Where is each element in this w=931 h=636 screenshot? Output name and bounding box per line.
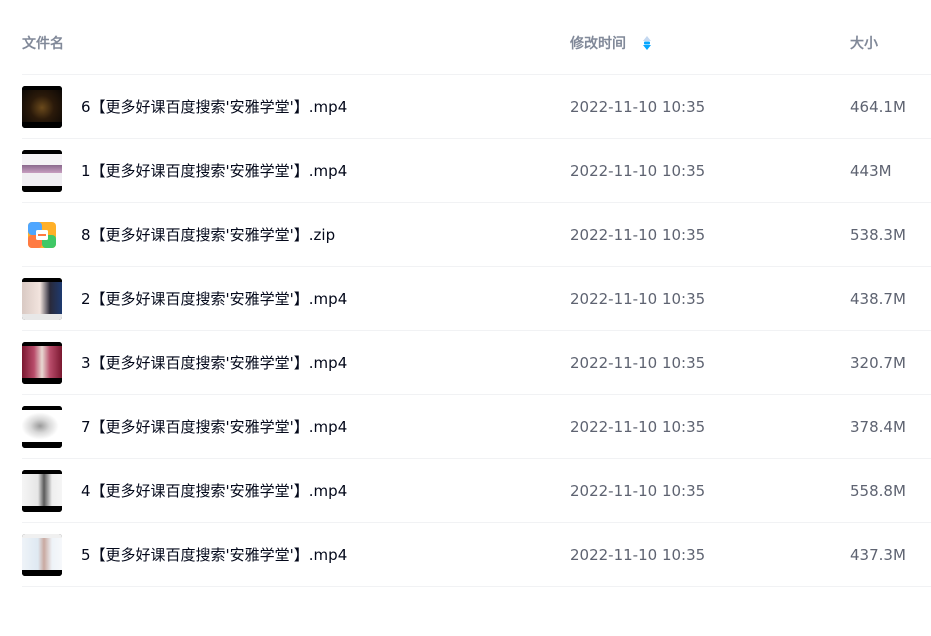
file-size: 464.1M — [850, 98, 906, 116]
video-thumbnail — [22, 278, 62, 320]
zip-archive-icon — [28, 222, 56, 248]
column-header-modified[interactable]: 修改时间 — [570, 35, 626, 53]
file-row[interactable]: 5【更多好课百度搜索'安雅学堂'】.mp4 2022-11-10 10:35 4… — [22, 523, 931, 587]
file-name[interactable]: 3【更多好课百度搜索'安雅学堂'】.mp4 — [81, 353, 347, 373]
file-modified-time: 2022-11-10 10:35 — [570, 482, 706, 500]
video-thumbnail — [22, 534, 62, 576]
file-modified-time: 2022-11-10 10:35 — [570, 546, 706, 564]
file-modified-time: 2022-11-10 10:35 — [570, 226, 706, 244]
file-row[interactable]: 7【更多好课百度搜索'安雅学堂'】.mp4 2022-11-10 10:35 3… — [22, 395, 931, 459]
file-size: 438.7M — [850, 290, 906, 308]
video-thumbnail — [22, 342, 62, 384]
file-name[interactable]: 4【更多好课百度搜索'安雅学堂'】.mp4 — [81, 481, 347, 501]
file-modified-time: 2022-11-10 10:35 — [570, 98, 706, 116]
file-modified-time: 2022-11-10 10:35 — [570, 354, 706, 372]
file-modified-time: 2022-11-10 10:35 — [570, 290, 706, 308]
column-header-size[interactable]: 大小 — [850, 35, 878, 53]
file-list-header: 文件名 修改时间 大小 — [22, 12, 931, 75]
file-name[interactable]: 1【更多好课百度搜索'安雅学堂'】.mp4 — [81, 161, 347, 181]
video-thumbnail — [22, 470, 62, 512]
sort-arrows-icon[interactable] — [642, 35, 652, 51]
file-list: 文件名 修改时间 大小 6【更多好课百度搜索'安雅学堂'】.mp4 2022-1… — [22, 12, 931, 587]
file-row[interactable]: 4【更多好课百度搜索'安雅学堂'】.mp4 2022-11-10 10:35 5… — [22, 459, 931, 523]
file-size: 437.3M — [850, 546, 906, 564]
file-modified-time: 2022-11-10 10:35 — [570, 162, 706, 180]
file-size: 443M — [850, 162, 892, 180]
file-size: 320.7M — [850, 354, 906, 372]
file-name[interactable]: 6【更多好课百度搜索'安雅学堂'】.mp4 — [81, 97, 347, 117]
file-size: 378.4M — [850, 418, 906, 436]
column-header-name[interactable]: 文件名 — [22, 35, 64, 53]
file-modified-time: 2022-11-10 10:35 — [570, 418, 706, 436]
file-row[interactable]: 2【更多好课百度搜索'安雅学堂'】.mp4 2022-11-10 10:35 4… — [22, 267, 931, 331]
file-name[interactable]: 7【更多好课百度搜索'安雅学堂'】.mp4 — [81, 417, 347, 437]
file-row[interactable]: 1【更多好课百度搜索'安雅学堂'】.mp4 2022-11-10 10:35 4… — [22, 139, 931, 203]
video-thumbnail — [22, 406, 62, 448]
file-name[interactable]: 5【更多好课百度搜索'安雅学堂'】.mp4 — [81, 545, 347, 565]
file-size: 538.3M — [850, 226, 906, 244]
video-thumbnail — [22, 150, 62, 192]
file-row[interactable]: 8【更多好课百度搜索'安雅学堂'】.zip 2022-11-10 10:35 5… — [22, 203, 931, 267]
file-name[interactable]: 8【更多好课百度搜索'安雅学堂'】.zip — [81, 225, 335, 245]
file-row[interactable]: 3【更多好课百度搜索'安雅学堂'】.mp4 2022-11-10 10:35 3… — [22, 331, 931, 395]
file-row[interactable]: 6【更多好课百度搜索'安雅学堂'】.mp4 2022-11-10 10:35 4… — [22, 75, 931, 139]
file-size: 558.8M — [850, 482, 906, 500]
file-name[interactable]: 2【更多好课百度搜索'安雅学堂'】.mp4 — [81, 289, 347, 309]
video-thumbnail — [22, 86, 62, 128]
